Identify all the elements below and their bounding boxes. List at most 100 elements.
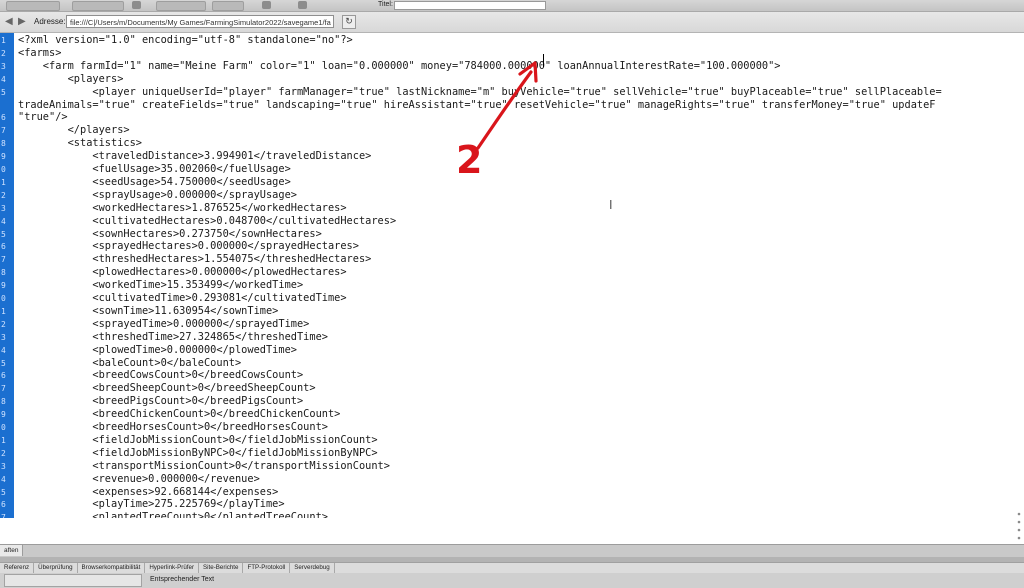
line-number: 3 [1,461,6,471]
line-number: 3 [1,61,6,71]
address-label: Adresse: [34,17,66,26]
code-line[interactable]: <expenses>92.668144</expenses> [18,486,278,499]
line-number: 6 [1,371,6,381]
code-line[interactable]: <traveledDistance>3.994901</traveledDist… [18,150,371,163]
results-tab[interactable]: Hyperlink-Prüfer [145,563,200,573]
code-line[interactable]: <plantedTreeCount>0</plantedTreeCount> [18,511,328,518]
line-number: 1 [1,435,6,445]
line-number: 6 [1,500,6,510]
back-icon[interactable]: ◀ [5,16,13,28]
code-line[interactable]: <sprayedHectares>0.000000</sprayedHectar… [18,240,359,253]
code-line[interactable]: <fuelUsage>35.002060</fuelUsage> [18,163,290,176]
line-number: 1 [1,306,6,316]
code-line[interactable]: <breedCowsCount>0</breedCowsCount> [18,369,303,382]
line-number: 9 [1,152,6,162]
code-line[interactable]: <sownTime>11.630954</sownTime> [18,305,278,318]
line-number: 3 [1,203,6,213]
code-line[interactable]: </players> [18,124,130,137]
line-number: 1 [1,36,6,45]
line-number: 5 [1,358,6,368]
code-line[interactable]: <sownHectares>0.273750</sownHectares> [18,228,321,241]
line-number: 2 [1,448,6,458]
code-line[interactable]: <transportMissionCount>0</transportMissi… [18,460,390,473]
line-number: 3 [1,332,6,342]
code-line[interactable]: <playTime>275.225769</playTime> [18,498,284,511]
line-number: 1 [1,177,6,187]
code-line[interactable]: <seedUsage>54.750000</seedUsage> [18,176,290,189]
title-input[interactable] [394,1,546,10]
line-number: 7 [1,384,6,394]
code-line[interactable]: <breedPigsCount>0</breedPigsCount> [18,395,303,408]
toolbar-icon-2[interactable] [262,1,271,9]
top-toolbar: Titel: [0,0,1024,12]
results-tab[interactable]: Site-Berichte [199,563,244,573]
refresh-icon[interactable]: ↻ [342,15,356,29]
results-tab[interactable]: Referenz [0,563,35,573]
code-line[interactable]: <breedSheepCount>0</breedSheepCount> [18,382,315,395]
line-number: 7 [1,126,6,136]
toolbar-tab-1[interactable] [6,1,60,11]
code-line[interactable]: <sprayUsage>0.000000</sprayUsage> [18,189,297,202]
toolbar-tab-2[interactable] [72,1,124,11]
line-number: 0 [1,423,6,432]
code-line[interactable]: <player uniqueUserId="player" farmManage… [18,86,941,99]
code-line[interactable]: <workedHectares>1.876525</workedHectares… [18,202,346,215]
code-editor[interactable]: <?xml version="1.0" encoding="utf-8" sta… [18,33,1024,518]
line-number: 2 [1,190,6,200]
status-cell-left [4,574,142,587]
code-line[interactable]: <fieldJobMissionCount>0</fieldJobMission… [18,434,377,447]
line-number: 2 [1,48,6,58]
code-line[interactable]: <workedTime>15.353499</workedTime> [18,279,303,292]
status-bar: Entsprechender Text [0,573,1024,588]
code-line[interactable]: <threshedHectares>1.554075</threshedHect… [18,253,371,266]
line-number: 8 [1,139,6,149]
code-line[interactable]: <sprayedTime>0.000000</sprayedTime> [18,318,309,331]
line-number: 0 [1,294,6,303]
results-tab[interactable]: Überprüfung [34,563,78,573]
code-line[interactable]: <farms> [18,47,61,60]
code-line[interactable]: <players> [18,73,124,86]
code-line[interactable]: <baleCount>0</baleCount> [18,357,241,370]
results-tab[interactable]: Browserkompatibilität [78,563,146,573]
code-line[interactable]: <statistics> [18,137,142,150]
code-line[interactable]: <cultivatedTime>0.293081</cultivatedTime… [18,292,346,305]
toolbar-icon[interactable] [132,1,141,9]
address-input[interactable]: file:///C|/Users/m/Documents/My Games/Fa… [66,15,334,28]
line-number: 4 [1,74,6,84]
results-tab[interactable]: FTP-Protokoll [243,563,291,573]
results-tab[interactable]: Serverdebug [290,563,335,573]
code-line[interactable]: "true"/> [18,111,68,124]
code-line[interactable]: <breedChickenCount>0</breedChickenCount> [18,408,340,421]
line-number: 8 [1,268,6,278]
code-line[interactable]: <revenue>0.000000</revenue> [18,473,259,486]
line-number: 8 [1,397,6,407]
line-number: 7 [1,255,6,265]
line-number: 7 [1,513,6,518]
code-line[interactable]: <fieldJobMissionByNPC>0</fieldJobMission… [18,447,377,460]
line-number: 0 [1,165,6,174]
line-number: 5 [1,229,6,239]
properties-panel-header [0,544,1024,557]
line-number: 5 [1,487,6,497]
line-number: 6 [1,242,6,252]
code-line[interactable]: <threshedTime>27.324865</threshedTime> [18,331,328,344]
toolbar-tab-3[interactable] [156,1,206,11]
address-bar: ◀ ▶ Adresse: file:///C|/Users/m/Document… [0,12,1024,33]
code-line[interactable]: <breedHorsesCount>0</breedHorsesCount> [18,421,328,434]
toolbar-icon-3[interactable] [298,1,307,9]
line-number: 2 [1,319,6,329]
code-line[interactable]: <plowedHectares>0.000000</plowedHectares… [18,266,346,279]
toolbar-tab-4[interactable] [212,1,244,11]
code-line[interactable]: <plowedTime>0.000000</plowedTime> [18,344,297,357]
line-number: 5 [1,87,6,97]
line-number: 9 [1,410,6,420]
status-text: Entsprechender Text [150,576,215,583]
code-line[interactable]: <farm farmId="1" name="Meine Farm" color… [18,60,781,73]
code-line[interactable]: <cultivatedHectares>0.048700</cultivated… [18,215,396,228]
code-line[interactable]: tradeAnimals="true" createFields="true" … [18,99,936,112]
code-line[interactable]: <?xml version="1.0" encoding="utf-8" sta… [18,34,353,47]
text-caret [543,54,544,67]
line-number: 9 [1,281,6,291]
forward-icon[interactable]: ▶ [18,16,26,28]
properties-panel-tab[interactable]: aften [0,545,24,556]
